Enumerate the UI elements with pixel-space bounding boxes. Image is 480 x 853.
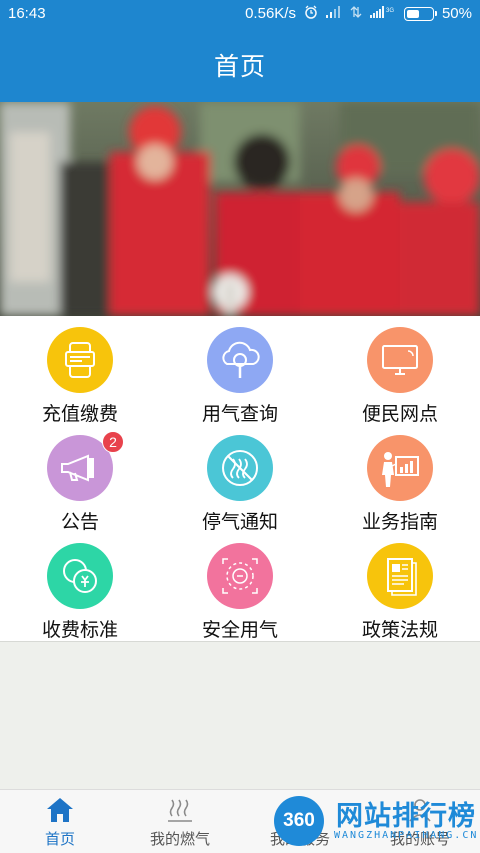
service-safe-gas[interactable]: 安全用气 bbox=[160, 532, 320, 641]
service-label: 充值缴费 bbox=[41, 403, 118, 425]
service-grid: 充值缴费 用气查询 便民网点 2 公告 停气通知 业务指南 收费标准 安全用气 … bbox=[0, 316, 480, 642]
coins-icon bbox=[47, 543, 113, 609]
service-label: 便民网点 bbox=[361, 403, 438, 425]
service-label: 收费标准 bbox=[41, 619, 118, 641]
service-label: 用气查询 bbox=[201, 403, 278, 425]
network-speed: 0.56K/s bbox=[245, 5, 296, 22]
page-title: 首页 bbox=[213, 52, 266, 81]
notification-badge: 2 bbox=[102, 431, 124, 453]
account-icon bbox=[406, 796, 434, 824]
service-label: 停气通知 bbox=[201, 511, 278, 533]
alarm-icon bbox=[304, 5, 318, 22]
service-announcement[interactable]: 2 公告 bbox=[0, 424, 160, 533]
data-transfer-icon bbox=[350, 6, 362, 21]
nav-my-account[interactable]: 我的账号 bbox=[360, 790, 480, 853]
home-icon bbox=[46, 796, 74, 824]
cloud-search-icon bbox=[207, 327, 273, 393]
battery-percent: 50% bbox=[441, 5, 472, 22]
service-label: 业务指南 bbox=[361, 511, 438, 533]
battery-icon bbox=[403, 6, 437, 21]
bottom-nav: 首页 我的燃气 我的服务 我的账号 bbox=[0, 789, 480, 853]
service-outlets[interactable]: 便民网点 bbox=[320, 316, 480, 425]
monitor-icon bbox=[367, 327, 433, 393]
service-recharge[interactable]: 充值缴费 bbox=[0, 316, 160, 425]
nav-my-service[interactable]: 我的服务 bbox=[240, 790, 360, 853]
document-icon bbox=[367, 543, 433, 609]
service-fee-standard[interactable]: 收费标准 bbox=[0, 532, 160, 641]
clock: 16:43 bbox=[8, 5, 46, 22]
presentation-icon bbox=[367, 435, 433, 501]
service-label: 政策法规 bbox=[361, 619, 438, 641]
banner-carousel[interactable] bbox=[0, 102, 480, 316]
nav-my-gas[interactable]: 我的燃气 bbox=[120, 790, 240, 853]
nav-label: 我的账号 bbox=[389, 830, 450, 848]
signal-3g-icon: 3G bbox=[369, 6, 396, 21]
app-header: 首页 bbox=[0, 27, 480, 102]
safety-icon bbox=[207, 543, 273, 609]
nav-label: 我的服务 bbox=[269, 830, 330, 848]
gas-steam-icon bbox=[166, 796, 194, 824]
service-policy[interactable]: 政策法规 bbox=[320, 532, 480, 641]
service-icon bbox=[286, 796, 314, 824]
nav-label: 首页 bbox=[44, 830, 75, 848]
service-outage-notice[interactable]: 停气通知 bbox=[160, 424, 320, 533]
signal-icon bbox=[325, 6, 342, 21]
service-label: 安全用气 bbox=[201, 619, 278, 641]
service-label: 公告 bbox=[60, 511, 99, 533]
svg-text:3G: 3G bbox=[386, 8, 394, 14]
service-gas-query[interactable]: 用气查询 bbox=[160, 316, 320, 425]
service-business-guide[interactable]: 业务指南 bbox=[320, 424, 480, 533]
nav-label: 我的燃气 bbox=[149, 830, 210, 848]
status-bar: 16:43 0.56K/s 3G 50% bbox=[0, 0, 480, 27]
nav-home[interactable]: 首页 bbox=[0, 790, 120, 853]
gas-workers-photo bbox=[0, 102, 480, 316]
no-gas-icon bbox=[207, 435, 273, 501]
payment-card-icon bbox=[47, 327, 113, 393]
